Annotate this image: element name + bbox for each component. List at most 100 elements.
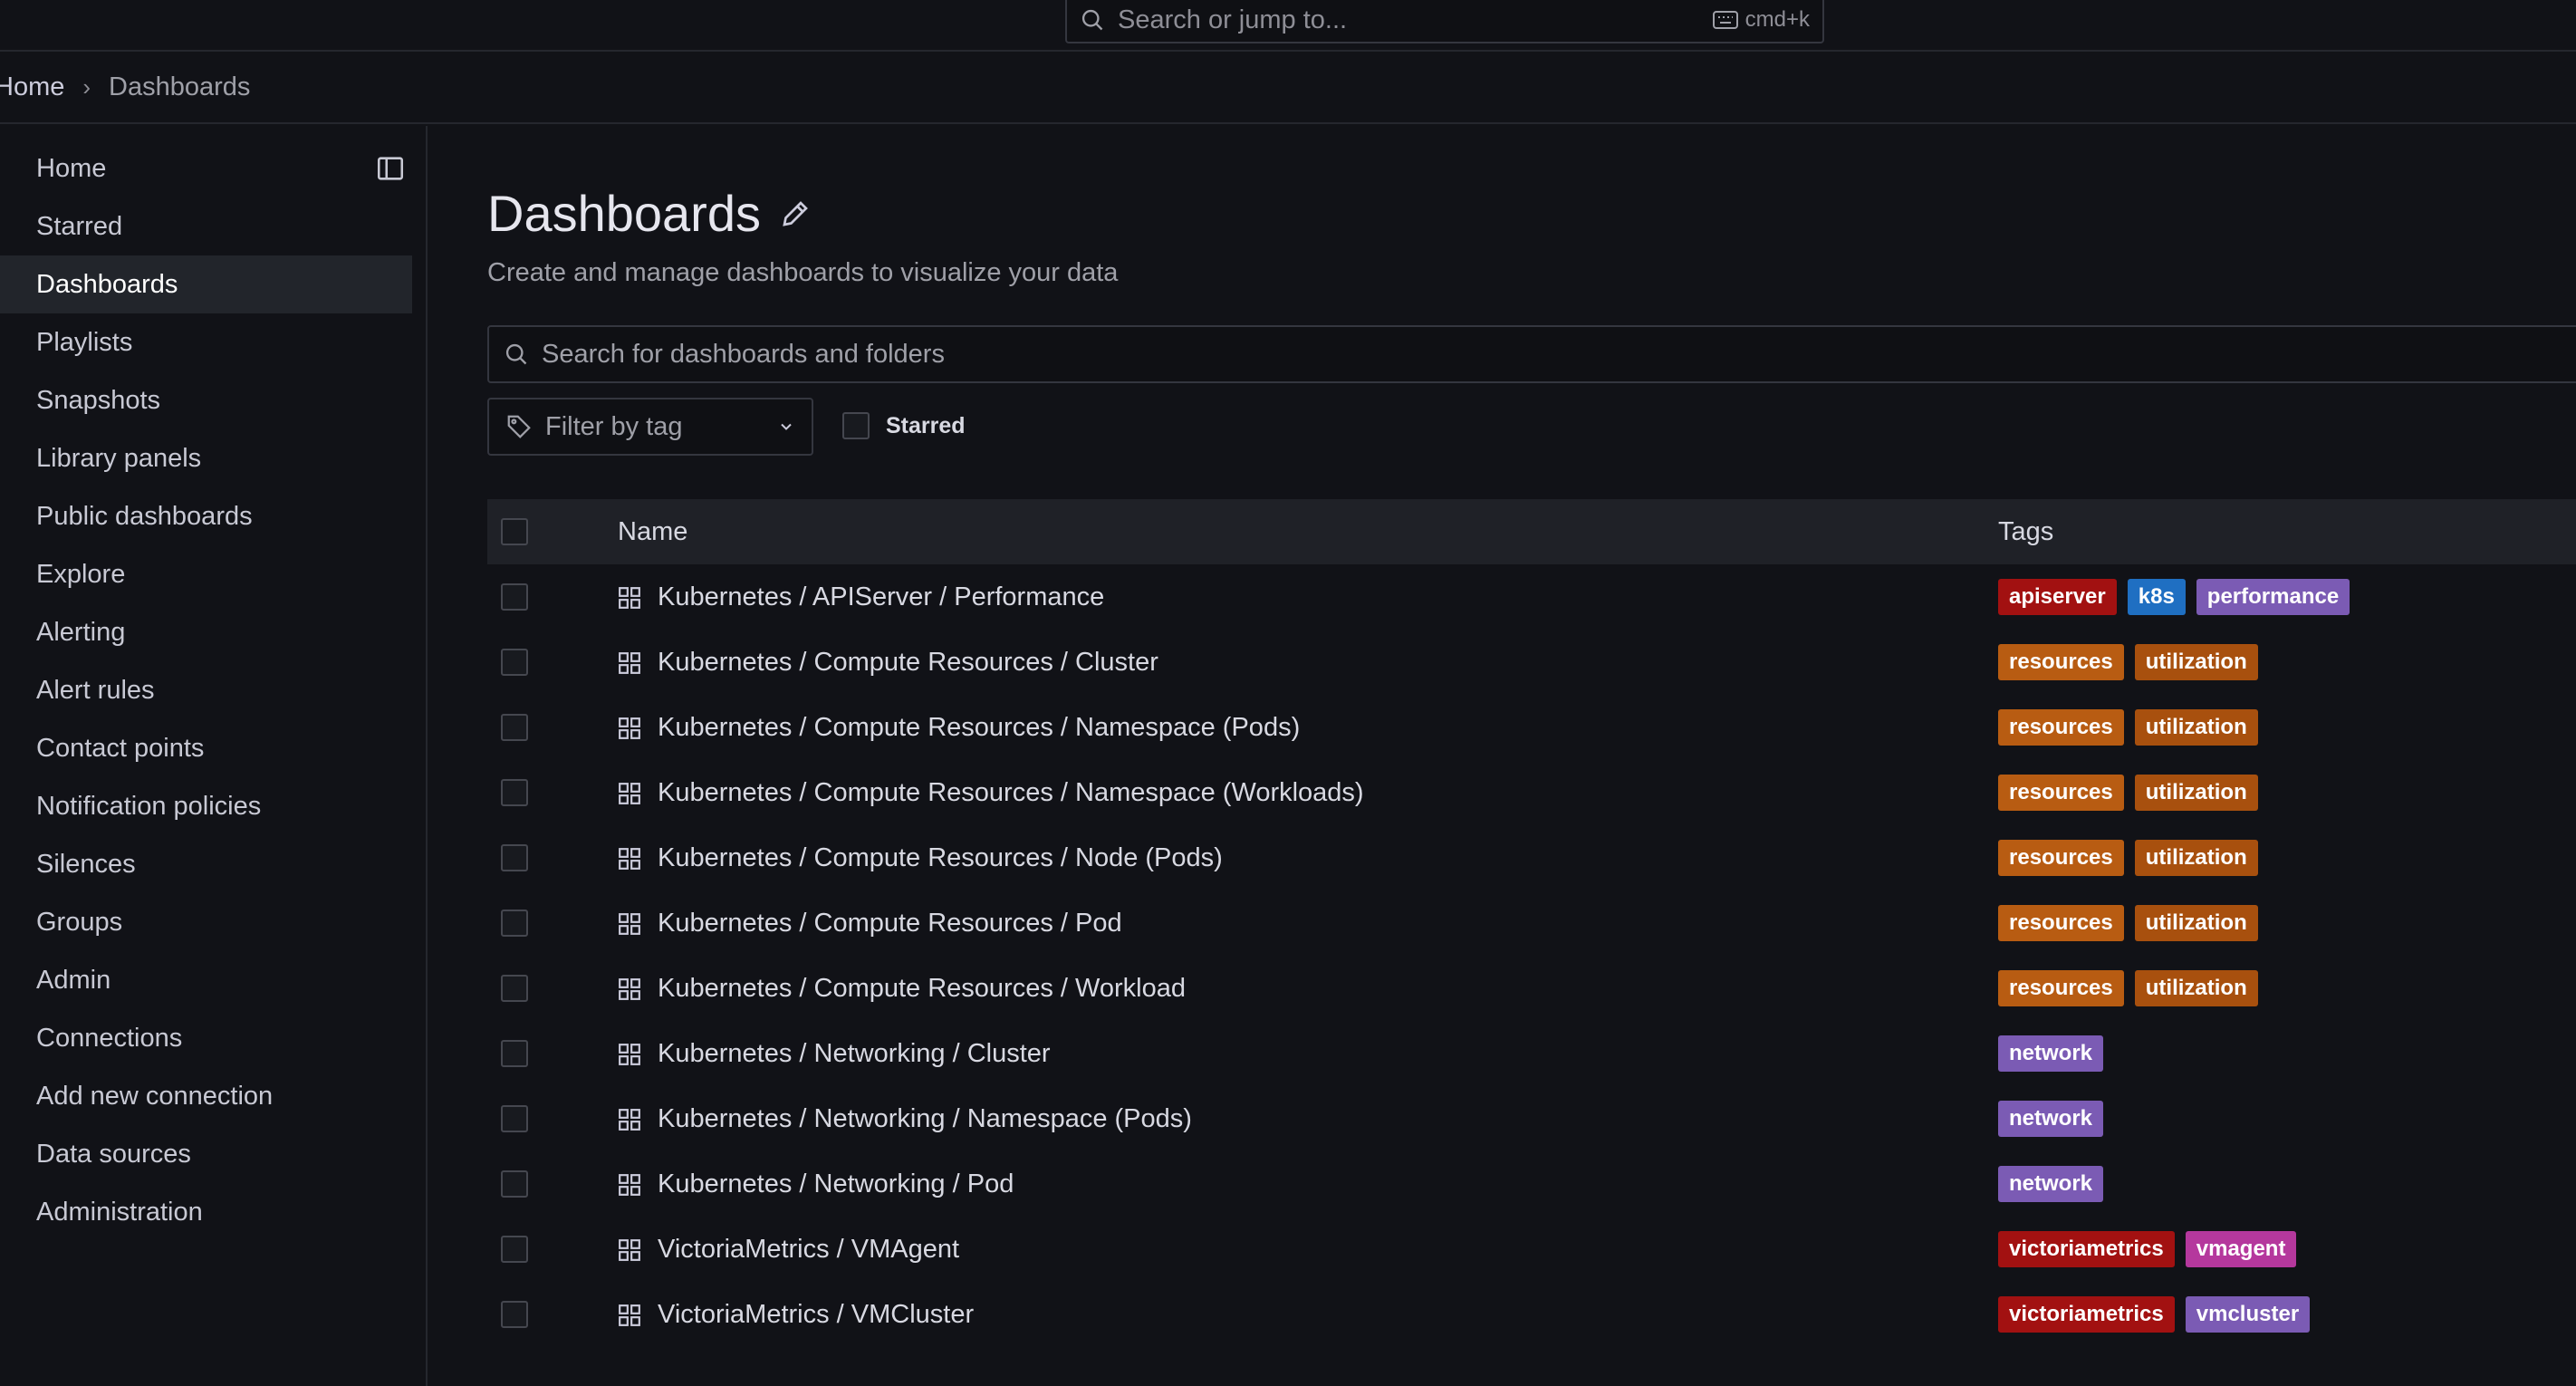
tag-k8s[interactable]: k8s	[2127, 579, 2186, 615]
dashboard-title-link[interactable]: Kubernetes / Compute Resources / Node (P…	[658, 843, 1223, 873]
row-checkbox[interactable]	[501, 975, 528, 1002]
starred-checkbox[interactable]	[842, 412, 870, 439]
table-row[interactable]: VictoriaMetrics / VMAgent victoriametrics…	[487, 1217, 2576, 1282]
dashboard-title-link[interactable]: Kubernetes / Networking / Cluster	[658, 1039, 1051, 1069]
table-row[interactable]: Kubernetes / APIServer / Performance apis…	[487, 564, 2576, 630]
row-checkbox[interactable]	[501, 910, 528, 937]
sidebar-item-groups[interactable]: Groups	[0, 893, 412, 951]
tag-list: resources utilization	[1998, 905, 2258, 941]
table-row[interactable]: Kubernetes / Compute Resources / Namespa…	[487, 760, 2576, 825]
dashboard-title-link[interactable]: Kubernetes / Compute Resources / Namespa…	[658, 713, 1300, 743]
sidebar-item-playlists[interactable]: Playlists	[0, 313, 412, 371]
sidebar-item-contact-points[interactable]: Contact points	[0, 719, 412, 777]
tag-victoriametrics[interactable]: victoriametrics	[1998, 1231, 2175, 1267]
table-row[interactable]: Kubernetes / Compute Resources / Workloa…	[487, 956, 2576, 1021]
tag-resources[interactable]: resources	[1998, 775, 2124, 811]
row-checkbox[interactable]	[501, 583, 528, 611]
global-search[interactable]: Search or jump to... cmd+k	[1065, 0, 1824, 43]
breadcrumb-home[interactable]: Home	[0, 72, 64, 102]
dashboard-title-link[interactable]: Kubernetes / APIServer / Performance	[658, 582, 1104, 612]
pencil-icon[interactable]	[779, 197, 812, 230]
dashboard-search-input[interactable]	[542, 339, 2576, 370]
dashboard-grid-icon	[619, 1044, 640, 1065]
sidebar-item-home[interactable]: Home	[0, 140, 412, 197]
dashboard-title-link[interactable]: Kubernetes / Compute Resources / Pod	[658, 909, 1122, 938]
row-checkbox[interactable]	[501, 844, 528, 871]
starred-filter[interactable]: Starred	[842, 412, 966, 439]
row-checkbox[interactable]	[501, 779, 528, 806]
tag-utilization[interactable]: utilization	[2134, 905, 2258, 941]
tag-resources[interactable]: resources	[1998, 905, 2124, 941]
tag-list: resources utilization	[1998, 970, 2258, 1006]
sidebar-item-dashboards[interactable]: Dashboards	[0, 255, 412, 313]
filter-by-tag-select[interactable]: Filter by tag	[487, 398, 813, 456]
dashboard-title-link[interactable]: Kubernetes / Compute Resources / Namespa…	[658, 778, 1364, 808]
sidebar-item-label: Add new connection	[36, 1081, 274, 1111]
table-row[interactable]: Kubernetes / Networking / Cluster network	[487, 1021, 2576, 1086]
dashboard-title-link[interactable]: VictoriaMetrics / VMCluster	[658, 1300, 974, 1330]
sidebar-item-alert-rules[interactable]: Alert rules	[0, 661, 412, 719]
row-checkbox[interactable]	[501, 714, 528, 741]
row-checkbox[interactable]	[501, 1170, 528, 1198]
row-checkbox[interactable]	[501, 1236, 528, 1263]
dashboard-title-link[interactable]: Kubernetes / Compute Resources / Workloa…	[658, 974, 1186, 1004]
sidebar-item-snapshots[interactable]: Snapshots	[0, 371, 412, 429]
sidebar-item-data-sources[interactable]: Data sources	[0, 1125, 412, 1183]
sidebar-item-silences[interactable]: Silences	[0, 835, 412, 893]
table-row[interactable]: Kubernetes / Compute Resources / Cluster…	[487, 630, 2576, 695]
dashboard-search[interactable]	[487, 325, 2576, 383]
tag-utilization[interactable]: utilization	[2134, 840, 2258, 876]
tag-vmcluster[interactable]: vmcluster	[2185, 1296, 2311, 1333]
select-all-checkbox[interactable]	[501, 518, 528, 545]
table-row[interactable]: Kubernetes / Compute Resources / Pod reso…	[487, 890, 2576, 956]
sidebar-item-library-panels[interactable]: Library panels	[0, 429, 412, 487]
sidebar-item-admin[interactable]: Admin	[0, 951, 412, 1009]
row-checkbox[interactable]	[501, 649, 528, 676]
tag-network[interactable]: network	[1998, 1035, 2104, 1072]
tag-resources[interactable]: resources	[1998, 840, 2124, 876]
dashboard-title-link[interactable]: Kubernetes / Networking / Pod	[658, 1169, 1014, 1199]
tag-resources[interactable]: resources	[1998, 970, 2124, 1006]
page-title-text: Dashboards	[487, 185, 761, 242]
table-row[interactable]: Kubernetes / Compute Resources / Node (P…	[487, 825, 2576, 890]
table-row[interactable]: Kubernetes / Networking / Namespace (Pod…	[487, 1086, 2576, 1151]
table-row[interactable]: VictoriaMetrics / VMCluster victoriametri…	[487, 1282, 2576, 1347]
dashboard-title-link[interactable]: Kubernetes / Compute Resources / Cluster	[658, 648, 1158, 678]
table-row[interactable]: Kubernetes / Compute Resources / Namespa…	[487, 695, 2576, 760]
row-checkbox[interactable]	[501, 1040, 528, 1067]
sidebar-item-administration[interactable]: Administration	[0, 1183, 412, 1241]
sidebar-item-add-new-connection[interactable]: Add new connection	[0, 1067, 412, 1125]
dashboard-title-link[interactable]: Kubernetes / Networking / Namespace (Pod…	[658, 1104, 1192, 1134]
tag-utilization[interactable]: utilization	[2134, 775, 2258, 811]
tag-utilization[interactable]: utilization	[2134, 970, 2258, 1006]
tag-resources[interactable]: resources	[1998, 709, 2124, 746]
tag-network[interactable]: network	[1998, 1166, 2104, 1202]
sidebar-item-connections[interactable]: Connections	[0, 1009, 412, 1067]
sidebar-item-label: Silences	[36, 849, 136, 879]
table-header: Name Tags	[487, 499, 2576, 564]
row-checkbox[interactable]	[501, 1301, 528, 1328]
tag-resources[interactable]: resources	[1998, 644, 2124, 680]
main-content: Dashboards Create and manage dashboards …	[487, 126, 2576, 1386]
sidebar-item-notification-policies[interactable]: Notification policies	[0, 777, 412, 835]
column-header-name: Name	[618, 516, 688, 546]
tag-victoriametrics[interactable]: victoriametrics	[1998, 1296, 2175, 1333]
tag-list: network	[1998, 1166, 2104, 1202]
sidebar-item-explore[interactable]: Explore	[0, 545, 412, 603]
sidebar-item-public-dashboards[interactable]: Public dashboards	[0, 487, 412, 545]
filter-by-tag-label: Filter by tag	[545, 411, 683, 441]
tag-utilization[interactable]: utilization	[2134, 709, 2258, 746]
table-row[interactable]: Kubernetes / Networking / Pod network	[487, 1151, 2576, 1217]
dashboard-grid-icon	[619, 1174, 640, 1196]
tag-utilization[interactable]: utilization	[2134, 644, 2258, 680]
tag-vmagent[interactable]: vmagent	[2185, 1231, 2297, 1267]
dashboard-title-link[interactable]: VictoriaMetrics / VMAgent	[658, 1235, 959, 1265]
tag-list: network	[1998, 1101, 2104, 1137]
tag-apiserver[interactable]: apiserver	[1998, 579, 2117, 615]
sidebar-item-label: Snapshots	[36, 385, 161, 415]
sidebar-item-alerting[interactable]: Alerting	[0, 603, 412, 661]
sidebar-item-starred[interactable]: Starred	[0, 197, 412, 255]
tag-network[interactable]: network	[1998, 1101, 2104, 1137]
tag-performance[interactable]: performance	[2196, 579, 2350, 615]
row-checkbox[interactable]	[501, 1105, 528, 1132]
